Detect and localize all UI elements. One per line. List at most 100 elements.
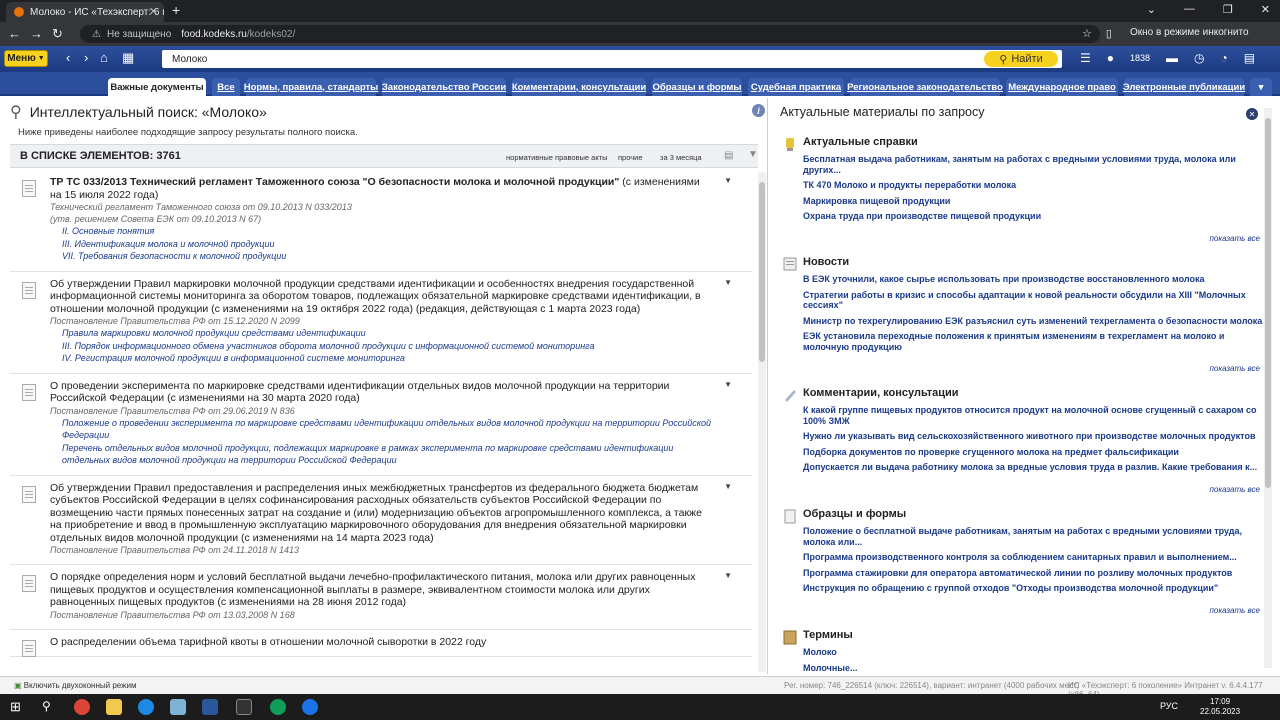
show-all-link[interactable]: показать все — [1209, 606, 1260, 615]
tab-international[interactable]: Международное право — [1006, 78, 1118, 96]
tab-court-practice[interactable]: Судебная практика — [748, 78, 844, 96]
result-title[interactable]: Об утверждении Правил маркировки молочно… — [50, 278, 712, 316]
result-link[interactable]: Положение о проведении эксперимента по м… — [50, 417, 712, 442]
menu-button[interactable]: Меню ▼ — [4, 50, 48, 67]
list-item[interactable]: ▼ ТР ТС 033/2013 Технический регламент Т… — [10, 170, 752, 272]
chevron-down-icon[interactable]: ▼ — [724, 482, 732, 491]
find-button[interactable]: ⚲ Найти — [984, 51, 1058, 67]
related-link[interactable]: Подборка документов по проверке сгущенно… — [803, 447, 1263, 458]
show-all-link[interactable]: показать все — [1209, 485, 1260, 494]
forward-icon[interactable]: › — [84, 50, 88, 65]
windows-start-icon[interactable]: ⊞ — [10, 699, 26, 715]
related-link[interactable]: Положение о бесплатной выдаче работникам… — [803, 526, 1263, 547]
chrome-icon[interactable] — [74, 699, 90, 715]
related-link[interactable]: К какой группе пищевых продуктов относит… — [803, 405, 1263, 426]
reload-icon[interactable]: ↻ — [52, 26, 63, 42]
scrollbar-thumb[interactable] — [759, 182, 765, 362]
browser-tab[interactable]: Молоко - ИС «Техэксперт: 6 по… ✕ — [6, 2, 164, 22]
new-tab-button[interactable]: + — [172, 2, 180, 18]
maximize-button[interactable]: ❐ — [1223, 3, 1233, 16]
results-scrollbar[interactable] — [758, 172, 766, 672]
related-link[interactable]: Допускается ли выдача работнику молока з… — [803, 462, 1263, 473]
file-explorer-icon[interactable] — [106, 699, 122, 715]
back-icon[interactable]: ‹ — [66, 50, 70, 65]
tab-important-docs[interactable]: Важные документы — [108, 78, 206, 96]
back-arrow-icon[interactable]: ← — [8, 26, 21, 41]
forward-arrow-icon[interactable]: → — [30, 26, 43, 41]
tab-forms[interactable]: Образцы и формы — [652, 78, 742, 96]
folder-icon[interactable]: ▬ — [1166, 51, 1178, 65]
tab-norms[interactable]: Нормы, правила, стандарты — [244, 78, 378, 96]
home-icon[interactable]: ⌂ — [100, 50, 108, 65]
list-item[interactable]: ▼ Об утверждении Правил маркировки молоч… — [10, 272, 752, 374]
tab-regional[interactable]: Региональное законодательство — [847, 78, 1003, 96]
filter-funnel-icon[interactable]: ▼ — [748, 149, 758, 160]
related-link[interactable]: Маркировка пищевой продукции — [803, 196, 1263, 207]
tab-close-icon[interactable]: ✕ — [149, 5, 158, 18]
result-title[interactable]: О порядке определения норм и условий бес… — [50, 571, 712, 609]
scrollbar-thumb[interactable] — [1265, 118, 1271, 488]
list-item[interactable]: ▼ Об утверждении Правил предоставления и… — [10, 476, 752, 565]
filter-other[interactable]: прочие — [618, 153, 643, 162]
chevron-down-icon[interactable]: ▼ — [724, 278, 732, 287]
related-link[interactable]: Стратегии работы в кризис и способы адап… — [803, 290, 1263, 311]
result-title[interactable]: ТР ТС 033/2013 Технический регламент Там… — [50, 176, 712, 201]
result-title[interactable]: Об утверждении Правил предоставления и р… — [50, 482, 712, 545]
result-title[interactable]: О распределении объема тарифной квоты в … — [50, 636, 712, 649]
hamburger-icon[interactable]: ☰ — [1080, 51, 1091, 65]
print-icon[interactable]: ▤ — [724, 150, 733, 161]
chat-icon[interactable]: ▤ — [1244, 51, 1255, 65]
chrome-alt-icon[interactable] — [270, 699, 286, 715]
result-link[interactable]: IV. Регистрация молочной продукции в инф… — [50, 352, 712, 365]
bookmark-star-icon[interactable]: ☆ — [1082, 27, 1092, 40]
app-icon[interactable] — [170, 699, 186, 715]
related-link[interactable]: Молоко — [803, 647, 1263, 658]
result-link[interactable]: VII. Требования безопасности к молочной … — [50, 250, 712, 263]
info-icon[interactable]: i — [752, 104, 765, 117]
user-icon[interactable]: ● — [1107, 51, 1114, 65]
result-link[interactable]: II. Основные понятия — [50, 225, 712, 238]
terminal-icon[interactable] — [236, 699, 252, 715]
grid-icon[interactable]: ▦ — [122, 50, 134, 66]
related-link[interactable]: Бесплатная выдача работникам, занятым на… — [803, 154, 1263, 175]
related-link[interactable]: Нужно ли указывать вид сельскохозяйствен… — [803, 431, 1263, 442]
list-item[interactable]: ▼ О порядке определения норм и условий б… — [10, 565, 752, 630]
chevron-down-icon[interactable]: ▼ — [724, 380, 732, 389]
show-all-link[interactable]: показать все — [1209, 234, 1260, 243]
show-all-link[interactable]: показать все — [1209, 364, 1260, 373]
app-dots-icon[interactable] — [302, 699, 318, 715]
result-title[interactable]: О проведении эксперимента по маркировке … — [50, 380, 712, 405]
minimize-button[interactable]: — — [1184, 3, 1195, 16]
chevron-down-icon[interactable]: ▼ — [724, 571, 732, 580]
taskbar-search-icon[interactable]: ⚲ — [42, 699, 58, 715]
filter-npa[interactable]: нормативные правовые акты — [506, 153, 608, 162]
tab-search-icon[interactable]: ⌄ — [1147, 3, 1156, 16]
result-link[interactable]: Перечень отдельных видов молочной продук… — [50, 442, 712, 467]
related-link[interactable]: Молочные... — [803, 663, 1263, 674]
chevron-down-icon[interactable]: ▼ — [724, 176, 732, 185]
filter-3-months[interactable]: за 3 месяца — [660, 153, 702, 162]
list-item[interactable]: ▼ О проведении эксперимента по маркировк… — [10, 374, 752, 476]
history-icon[interactable]: ◷ — [1194, 51, 1204, 65]
related-link[interactable]: В ЕЭК уточнили, какое сырье использовать… — [803, 274, 1263, 285]
related-scrollbar[interactable] — [1264, 108, 1272, 668]
related-link[interactable]: Инструкция по обращению с группой отходо… — [803, 583, 1263, 594]
tab-comments[interactable]: Комментарии, консультации — [512, 78, 646, 96]
search-input[interactable]: Молоко ⚲ Найти — [162, 50, 1062, 68]
word-icon[interactable] — [202, 699, 218, 715]
edge-icon[interactable] — [138, 699, 154, 715]
incognito-label[interactable]: Окно в режиме инкогнито — [1130, 27, 1249, 38]
list-item[interactable]: О распределении объема тарифной квоты в … — [10, 630, 752, 657]
result-link[interactable]: Правила маркировки молочной продукции ср… — [50, 327, 712, 340]
url-field[interactable]: ⚠ Не защищено food.kodeks.ru /kodeks02/ — [80, 25, 1100, 43]
related-link[interactable]: Министр по техрегулированию ЕЭК разъясни… — [803, 316, 1263, 327]
input-language[interactable]: РУС — [1160, 701, 1178, 711]
related-link[interactable]: Программа стажировки для оператора автом… — [803, 568, 1263, 579]
related-link[interactable]: ТК 470 Молоко и продукты переработки мол… — [803, 180, 1263, 191]
close-icon[interactable]: ✕ — [1246, 108, 1258, 120]
side-panel-icon[interactable]: ▯ — [1106, 27, 1112, 40]
close-window-button[interactable]: ✕ — [1261, 3, 1270, 16]
tab-legislation-russia[interactable]: Законодательство России — [382, 78, 506, 96]
result-link[interactable]: III. Идентификация молока и молочной про… — [50, 238, 712, 251]
taskbar-clock[interactable]: 17:09 22.05.2023 — [1200, 697, 1240, 717]
